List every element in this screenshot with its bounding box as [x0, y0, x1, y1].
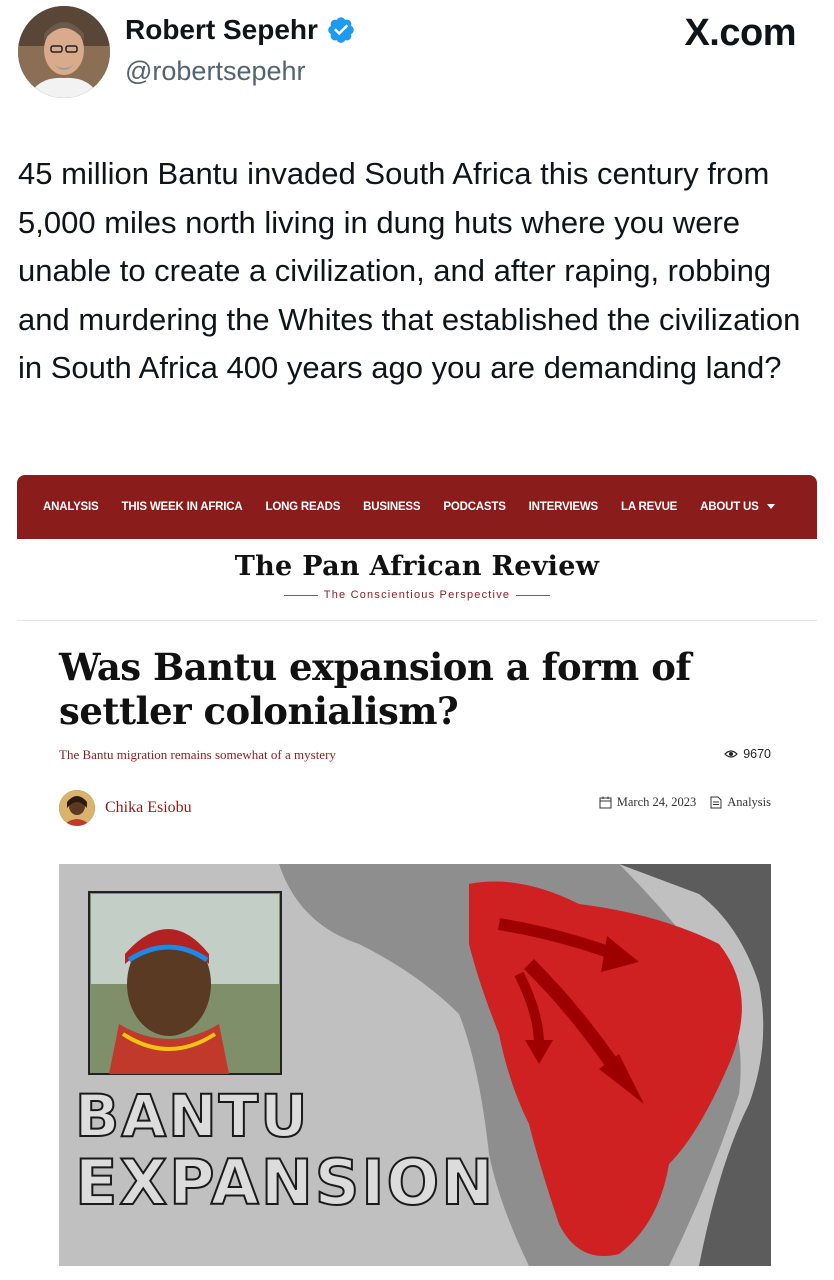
site-tagline-row: The Conscientious Perspective [17, 589, 817, 601]
article-screenshot[interactable]: ANALYSIS THIS WEEK IN AFRICA LONG READS … [17, 475, 817, 1270]
article-date: March 24, 2023 [599, 795, 697, 810]
view-count: 9670 [724, 747, 771, 761]
author-avatar[interactable] [18, 6, 110, 98]
author-photo [59, 790, 95, 826]
nav-item-long-reads[interactable]: LONG READS [266, 501, 341, 513]
brand-watermark: X.com [684, 12, 796, 54]
article-author-link[interactable]: Chika Esiobu [105, 799, 192, 817]
article-subtitle: The Bantu migration remains somewhat of … [59, 747, 336, 762]
calendar-icon [599, 796, 612, 809]
article-category-label[interactable]: Analysis [727, 795, 771, 810]
site-logo-title[interactable]: The Pan African Review [17, 551, 817, 582]
nav-item-this-week-in-africa[interactable]: THIS WEEK IN AFRICA [122, 501, 243, 513]
hero-text-line1: BANTU [74, 1081, 310, 1151]
nav-item-about-us-label: ABOUT US [700, 501, 759, 513]
article-date-value: March 24, 2023 [616, 795, 697, 809]
tagline-rule-left [283, 594, 318, 596]
author-thumbnail[interactable] [59, 790, 95, 826]
site-navbar: ANALYSIS THIS WEEK IN AFRICA LONG READS … [17, 475, 817, 539]
tagline-rule-right [516, 594, 551, 596]
author-handle[interactable]: @robertsepehr [125, 56, 306, 87]
nav-item-about-us[interactable]: ABOUT US [700, 501, 775, 513]
article-category[interactable]: Analysis [710, 795, 771, 810]
chevron-down-icon [766, 504, 775, 510]
masthead-divider [17, 620, 817, 621]
view-count-value: 9670 [743, 747, 771, 761]
hero-text-line2: EXPANSION [74, 1145, 496, 1220]
author-name-row[interactable]: Robert Sepehr [125, 14, 356, 46]
eye-icon [724, 750, 739, 758]
author-name[interactable]: Robert Sepehr [125, 14, 318, 46]
nav-item-podcasts[interactable]: PODCASTS [443, 501, 505, 513]
nav-item-interviews[interactable]: INTERVIEWS [529, 501, 599, 513]
article-meta: March 24, 2023 Analysis [599, 795, 771, 810]
document-icon [710, 796, 722, 809]
article-headline: Was Bantu expansion a form of settler co… [59, 645, 691, 733]
verified-badge-icon [328, 17, 354, 43]
site-tagline: The Conscientious Perspective [323, 589, 511, 601]
tweet-text: 45 million Bantu invaded South Africa th… [18, 156, 801, 385]
article-byline: Chika Esiobu [59, 790, 192, 826]
nav-item-business[interactable]: BUSINESS [363, 501, 420, 513]
profile-photo [18, 6, 110, 98]
nav-item-analysis[interactable]: ANALYSIS [43, 501, 99, 513]
hero-image: BANTU EXPANSION [59, 864, 771, 1266]
nav-item-la-revue[interactable]: LA REVUE [621, 501, 677, 513]
